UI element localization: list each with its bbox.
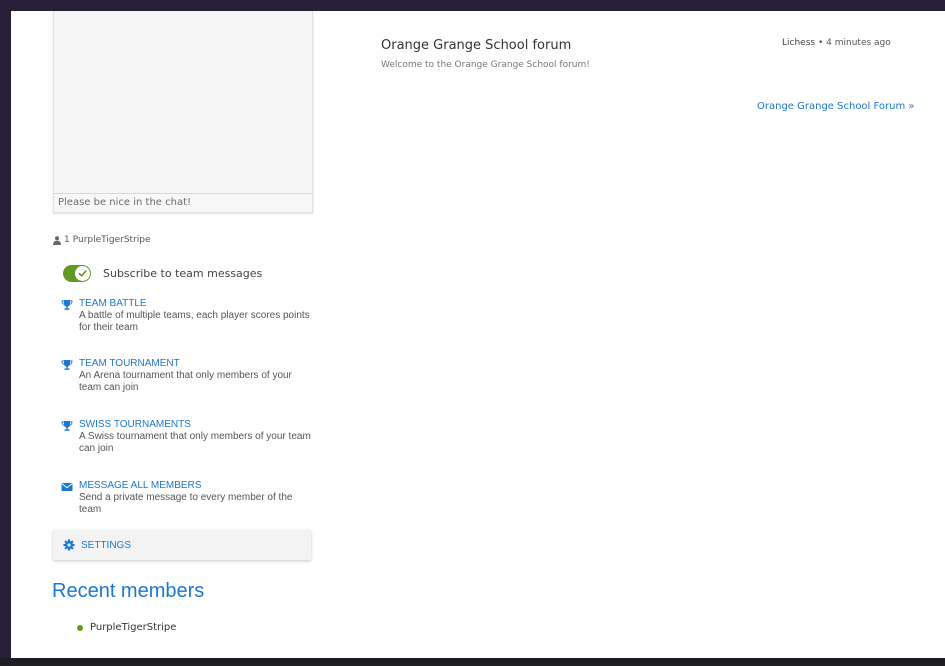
swiss-tournaments-title[interactable]: SWISS TOURNAMENTS [79, 419, 311, 431]
subscribe-toggle-row[interactable]: Subscribe to team messages [63, 265, 262, 282]
swiss-tournaments-action[interactable]: SWISS TOURNAMENTS A Swiss tournament tha… [61, 419, 311, 455]
page-frame: Please be nice in the chat! 1 PurpleTige… [11, 11, 945, 658]
envelope-icon [61, 481, 73, 493]
user-icon [53, 235, 61, 245]
subscribe-label: Subscribe to team messages [103, 267, 263, 280]
settings-label: SETTINGS [81, 539, 132, 551]
subscribe-toggle[interactable] [63, 265, 91, 282]
team-tournament-description: An Arena tournament that only members of… [79, 370, 292, 393]
team-tournament-action[interactable]: TEAM TOURNAMENT An Arena tournament that… [61, 358, 311, 394]
forum-author[interactable]: Lichess [782, 38, 815, 48]
message-all-members-title[interactable]: MESSAGE ALL MEMBERS [79, 480, 311, 492]
members-count: 1 PurpleTigerStripe [53, 235, 151, 245]
message-all-members-action[interactable]: MESSAGE ALL MEMBERS Send a private messa… [61, 480, 311, 516]
bottom-strip [0, 658, 945, 666]
forum-time: 4 minutes ago [826, 38, 891, 48]
team-battle-description: A battle of multiple teams, each player … [79, 310, 310, 333]
recent-member-name[interactable]: PurpleTigerStripe [90, 622, 176, 633]
trophy-icon [61, 359, 73, 371]
forum-meta: Lichess • 4 minutes ago [782, 38, 891, 48]
team-tournament-title[interactable]: TEAM TOURNAMENT [79, 358, 311, 370]
forum-description: Welcome to the Orange Grange School foru… [381, 60, 590, 70]
swiss-tournaments-description: A Swiss tournament that only members of … [79, 431, 311, 454]
meta-separator: • [817, 38, 824, 48]
trophy-icon [61, 299, 73, 311]
team-battle-title[interactable]: TEAM BATTLE [79, 298, 311, 310]
forum-title[interactable]: Orange Grange School forum [381, 38, 571, 53]
toggle-knob [75, 266, 90, 281]
check-icon [78, 270, 87, 277]
gear-icon [63, 539, 75, 551]
message-all-members-description: Send a private message to every member o… [79, 492, 293, 515]
member-name[interactable]: PurpleTigerStripe [73, 235, 151, 245]
online-status-dot [77, 624, 83, 631]
settings-button[interactable]: SETTINGS [53, 530, 311, 560]
trophy-icon [61, 420, 73, 432]
chat-input[interactable]: Please be nice in the chat! [54, 193, 312, 212]
recent-member-item[interactable]: PurpleTigerStripe [77, 622, 176, 633]
recent-members-title: Recent members [52, 580, 205, 602]
team-battle-action[interactable]: TEAM BATTLE A battle of multiple teams, … [61, 298, 311, 334]
forum-link[interactable]: Orange Grange School Forum » [757, 101, 915, 112]
chat-box: Please be nice in the chat! [53, 11, 313, 213]
members-count-value: 1 [64, 235, 70, 245]
